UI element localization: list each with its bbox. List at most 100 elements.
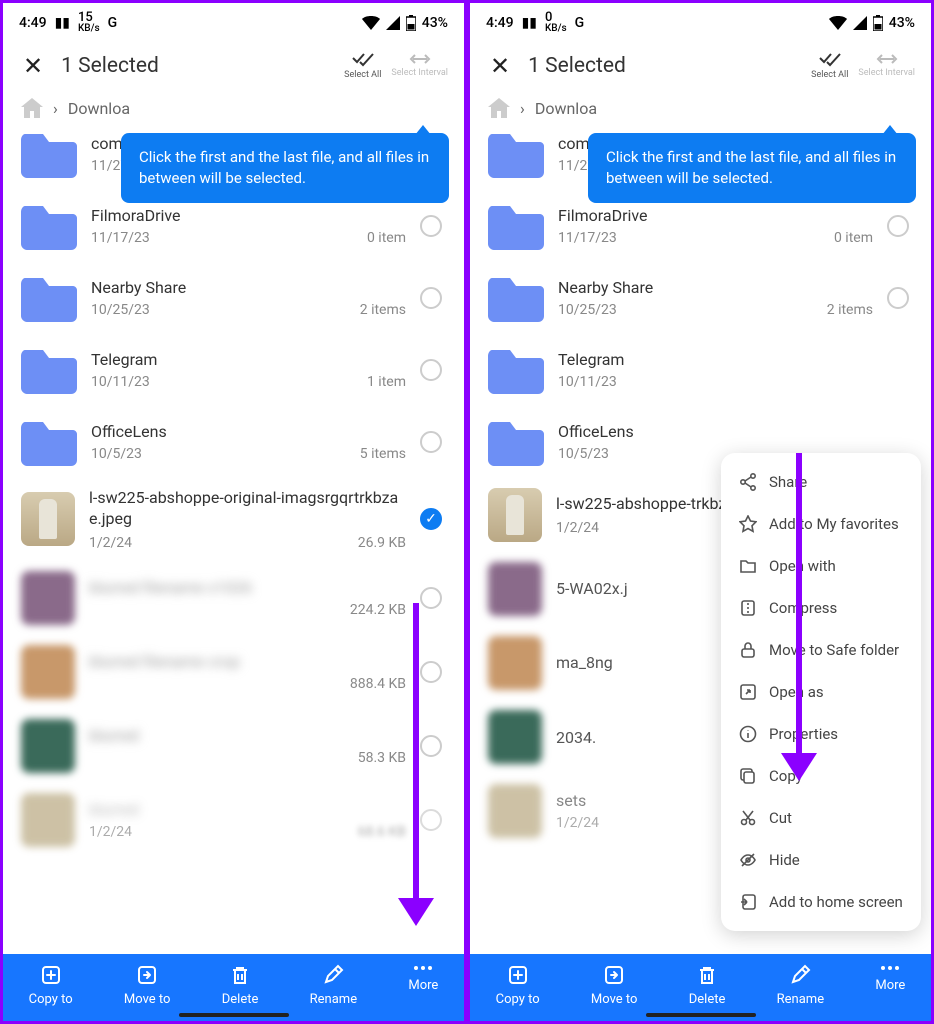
menu-safe-folder[interactable]: Move to Safe folder [721, 629, 921, 671]
file-item[interactable]: l-sw225-abshoppe-original-imagsrgqrtrkbz… [13, 478, 454, 561]
annotation-arrow [781, 453, 817, 781]
image-thumbnail [21, 793, 75, 847]
rename-button[interactable]: Rename [310, 964, 357, 1007]
folder-icon [488, 346, 544, 394]
status-time: 4:49 [19, 15, 47, 31]
breadcrumb-downloads[interactable]: Downloa [68, 99, 130, 118]
selection-radio[interactable] [420, 215, 442, 237]
folder-item[interactable]: Nearby Share10/25/232 items [13, 262, 454, 334]
selection-radio[interactable] [420, 359, 442, 381]
pause-icon: ▮▮ [55, 15, 70, 31]
breadcrumb-downloads[interactable]: Downloa [535, 99, 597, 118]
folder-icon [21, 346, 77, 394]
menu-share[interactable]: Share [721, 461, 921, 503]
menu-open-with[interactable]: Open with [721, 545, 921, 587]
select-interval-button[interactable]: Select Interval [858, 53, 915, 80]
file-item[interactable]: blurred filename x1026224.2 KB [13, 561, 454, 635]
select-interval-tooltip: Click the first and the last file, and a… [121, 133, 449, 203]
annotation-arrow [398, 603, 434, 926]
status-kbs: 0KB/s [545, 11, 567, 34]
folder-icon [488, 130, 544, 178]
image-thumbnail [21, 492, 75, 546]
menu-properties[interactable]: Properties [721, 713, 921, 755]
folder-icon [21, 130, 77, 178]
selection-radio[interactable] [887, 215, 909, 237]
select-all-button[interactable]: Select All [344, 53, 381, 80]
menu-hide[interactable]: Hide [721, 839, 921, 881]
copy-to-button[interactable]: Copy to [496, 964, 540, 1007]
wifi-icon [829, 16, 847, 30]
file-item[interactable]: blurred filename crop888.4 KB [13, 635, 454, 709]
delete-button[interactable]: Delete [689, 964, 726, 1007]
image-thumbnail [488, 488, 542, 542]
nav-indicator [646, 1013, 756, 1017]
battery-icon [873, 15, 883, 31]
folder-icon [488, 274, 544, 322]
delete-button[interactable]: Delete [222, 964, 259, 1007]
more-button[interactable]: More [408, 964, 438, 1007]
folder-icon [21, 202, 77, 250]
selection-header: ✕ 1 Selected Select All Select Interval [3, 42, 464, 90]
status-bar: 4:49 ▮▮ 15KB/s G 43% [3, 3, 464, 42]
home-icon[interactable] [488, 98, 510, 118]
folder-icon [488, 418, 544, 466]
phone-screen-right: 4:49 ▮▮ 0KB/s G 43% ✕ 1 Selected Select … [467, 0, 934, 1024]
status-bar: 4:49 ▮▮ 0KB/s G 43% [470, 3, 931, 42]
menu-favorites[interactable]: Add to My favorites [721, 503, 921, 545]
status-time: 4:49 [486, 15, 514, 31]
menu-copy[interactable]: Copy [721, 755, 921, 797]
folder-icon [21, 274, 77, 322]
image-thumbnail [488, 710, 542, 764]
close-icon[interactable]: ✕ [490, 52, 510, 80]
select-interval-button[interactable]: Select Interval [391, 53, 448, 80]
breadcrumb[interactable]: › Downloa [470, 90, 931, 118]
signal-icon [853, 16, 867, 30]
battery-icon [406, 15, 416, 31]
action-bar: Copy to Move to Delete Rename More [3, 954, 464, 1021]
move-to-button[interactable]: Move to [591, 964, 638, 1007]
more-button[interactable]: More [875, 964, 905, 1007]
folder-item[interactable]: Telegram10/11/231 item [13, 334, 454, 406]
more-context-menu: Share Add to My favorites Open with Comp… [721, 453, 921, 931]
home-icon[interactable] [21, 98, 43, 118]
file-item[interactable]: blurred1/2/2468.6 KB [13, 783, 454, 857]
action-bar: Copy to Move to Delete Rename More [470, 954, 931, 1021]
menu-compress[interactable]: Compress [721, 587, 921, 629]
image-thumbnail [21, 645, 75, 699]
nav-indicator [179, 1013, 289, 1017]
select-all-button[interactable]: Select All [811, 53, 848, 80]
rename-button[interactable]: Rename [777, 964, 824, 1007]
select-interval-tooltip: Click the first and the last file, and a… [588, 133, 916, 203]
menu-cut[interactable]: Cut [721, 797, 921, 839]
battery-percent: 43% [422, 15, 448, 31]
menu-add-home[interactable]: Add to home screen [721, 881, 921, 923]
selection-radio[interactable] [420, 431, 442, 453]
selection-radio[interactable]: ✓ [420, 508, 442, 530]
wifi-icon [362, 16, 380, 30]
google-icon: G [108, 15, 118, 31]
image-thumbnail [488, 562, 542, 616]
image-thumbnail [488, 784, 542, 838]
folder-item[interactable]: Nearby Share10/25/232 items [480, 262, 921, 334]
google-icon: G [575, 15, 585, 31]
menu-open-as[interactable]: Open as [721, 671, 921, 713]
selection-header: ✕ 1 Selected Select All Select Interval [470, 42, 931, 90]
pause-icon: ▮▮ [522, 15, 537, 31]
selection-radio[interactable] [420, 287, 442, 309]
phone-screen-left: 4:49 ▮▮ 15KB/s G 43% ✕ 1 Selected Select… [0, 0, 467, 1024]
file-list: composecucone11/27/230 item FilmoraDrive… [3, 118, 464, 857]
image-thumbnail [488, 636, 542, 690]
signal-icon [386, 16, 400, 30]
move-to-button[interactable]: Move to [124, 964, 171, 1007]
file-item[interactable]: blurred58.3 KB [13, 709, 454, 783]
folder-item[interactable]: Telegram10/11/23 [480, 334, 921, 406]
folder-icon [21, 418, 77, 466]
folder-icon [488, 202, 544, 250]
copy-to-button[interactable]: Copy to [29, 964, 73, 1007]
folder-item[interactable]: OfficeLens10/5/235 items [13, 406, 454, 478]
selection-count: 1 Selected [528, 54, 793, 78]
breadcrumb[interactable]: › Downloa [3, 90, 464, 118]
selection-radio[interactable] [887, 287, 909, 309]
close-icon[interactable]: ✕ [23, 52, 43, 80]
image-thumbnail [21, 719, 75, 773]
